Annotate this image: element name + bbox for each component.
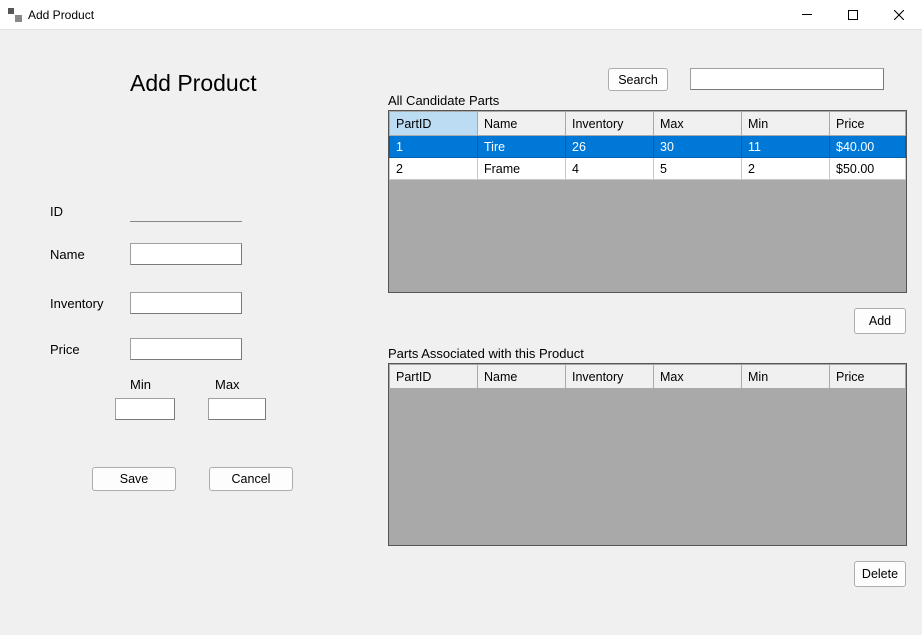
minimize-button[interactable] [784,0,830,30]
window-title: Add Product [28,8,94,22]
close-button[interactable] [876,0,922,30]
column-header[interactable]: Price [830,112,906,136]
row-id: ID [50,200,242,222]
column-header[interactable]: Max [654,112,742,136]
associated-table: PartIDNameInventoryMaxMinPrice [389,364,906,389]
cell: $50.00 [830,158,906,180]
column-header[interactable]: PartID [390,112,478,136]
page-title: Add Product [130,70,257,97]
column-header[interactable]: Name [478,365,566,389]
name-input[interactable] [130,243,242,265]
cell: 2 [742,158,830,180]
price-label: Price [50,342,130,357]
cell: 11 [742,136,830,158]
maximize-icon [848,10,858,20]
add-button[interactable]: Add [854,308,906,334]
column-header[interactable]: Name [478,112,566,136]
cell: $40.00 [830,136,906,158]
cancel-button[interactable]: Cancel [209,467,293,491]
cell: 2 [390,158,478,180]
column-header[interactable]: Max [654,365,742,389]
column-header[interactable]: Inventory [566,112,654,136]
column-header[interactable]: Min [742,112,830,136]
id-input [130,200,242,222]
price-input[interactable] [130,338,242,360]
cell: 4 [566,158,654,180]
candidate-grid-label: All Candidate Parts [388,93,499,108]
row-name: Name [50,243,242,265]
min-input[interactable] [115,398,175,420]
min-label: Min [130,377,151,392]
cell: 5 [654,158,742,180]
candidate-table: PartIDNameInventoryMaxMinPrice1Tire26301… [389,111,906,180]
inventory-label: Inventory [50,296,130,311]
maximize-button[interactable] [830,0,876,30]
cell: 1 [390,136,478,158]
titlebar: Add Product [0,0,922,30]
associated-parts-grid[interactable]: PartIDNameInventoryMaxMinPrice [388,363,907,546]
column-header[interactable]: PartID [390,365,478,389]
cell: 26 [566,136,654,158]
column-header[interactable]: Min [742,365,830,389]
associated-grid-label: Parts Associated with this Product [388,346,584,361]
search-input[interactable] [690,68,884,90]
cell: 30 [654,136,742,158]
max-input[interactable] [208,398,266,420]
inventory-input[interactable] [130,292,242,314]
app-icon [8,8,22,22]
column-header[interactable]: Inventory [566,365,654,389]
table-row[interactable]: 1Tire263011$40.00 [390,136,906,158]
close-icon [894,10,904,20]
content-area: Add Product ID Name Inventory Price Min … [0,30,922,635]
titlebar-left: Add Product [0,8,94,22]
save-button[interactable]: Save [92,467,176,491]
id-label: ID [50,204,130,219]
search-button[interactable]: Search [608,68,668,91]
cell: Frame [478,158,566,180]
delete-button[interactable]: Delete [854,561,906,587]
table-row[interactable]: 2Frame452$50.00 [390,158,906,180]
cell: Tire [478,136,566,158]
column-header[interactable]: Price [830,365,906,389]
row-price: Price [50,338,242,360]
minimize-icon [802,14,812,15]
candidate-parts-grid[interactable]: PartIDNameInventoryMaxMinPrice1Tire26301… [388,110,907,293]
name-label: Name [50,247,130,262]
max-label: Max [215,377,240,392]
window-controls [784,0,922,30]
row-inventory: Inventory [50,292,242,314]
